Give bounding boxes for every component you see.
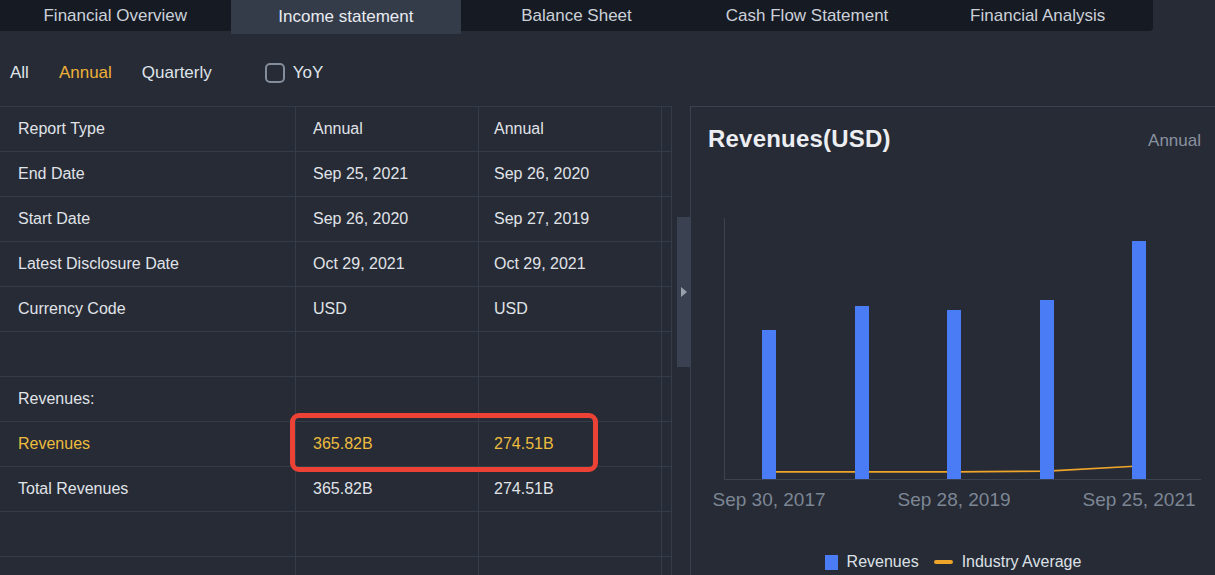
table-row-report-type[interactable]: Report TypeAnnualAnnual (0, 107, 671, 152)
value-col-3-clipped (661, 422, 671, 466)
x-axis-label: Sep 30, 2017 (712, 489, 825, 511)
revenue-bar-sep-30-2017[interactable] (762, 330, 776, 479)
revenue-bar-sep-25-2021[interactable] (1132, 241, 1146, 479)
tab-cash-flow-statement[interactable]: Cash Flow Statement (692, 0, 923, 31)
row-label: Revenues: (0, 377, 295, 421)
table-row-empty (0, 332, 671, 377)
value-col-3-clipped (661, 107, 671, 151)
value-col-3-clipped (661, 332, 671, 376)
table-row-latest-disclosure-date[interactable]: Latest Disclosure DateOct 29, 2021Oct 29… (0, 242, 671, 287)
value-col-3-clipped (661, 557, 671, 575)
panel-splitter[interactable] (677, 217, 691, 367)
value-col-2: Sep 26, 2020 (478, 152, 661, 196)
x-axis-label: Sep 28, 2019 (897, 489, 1010, 511)
value-col-2: USD (478, 287, 661, 331)
value-col-1: USD (295, 287, 478, 331)
yoy-checkbox[interactable] (265, 63, 285, 83)
value-col-3-clipped (661, 467, 671, 511)
financial-statements-page: Financial OverviewIncome statementBalanc… (0, 0, 1215, 575)
chart-period-label: Annual (1148, 131, 1201, 151)
value-col-2: 274.51B (478, 467, 661, 511)
value-col-1: Sep 25, 2021 (295, 152, 478, 196)
row-label (0, 557, 295, 575)
period-filter-bar: All Annual Quarterly YoY (0, 31, 1215, 106)
value-col-1: Sep 26, 2020 (295, 197, 478, 241)
tab-financial-analysis[interactable]: Financial Analysis (922, 0, 1153, 31)
chart-title: Revenues(USD) (708, 125, 891, 153)
value-col-3-clipped (661, 377, 671, 421)
value-col-2 (478, 512, 661, 556)
filter-annual[interactable]: Annual (59, 63, 112, 83)
table-row-start-date[interactable]: Start DateSep 26, 2020Sep 27, 2019 (0, 197, 671, 242)
filter-all[interactable]: All (10, 63, 29, 83)
x-axis-label: Sep 25, 2021 (1082, 489, 1195, 511)
highlight-box (290, 413, 598, 472)
table-row-empty (0, 512, 671, 557)
row-label: Revenues (0, 422, 295, 466)
tab-balance-sheet[interactable]: Balance Sheet (461, 0, 692, 31)
chart-y-axis (724, 218, 725, 479)
value-col-3-clipped (661, 152, 671, 196)
table-row-total-revenues[interactable]: Total Revenues365.82B274.51B (0, 467, 671, 512)
revenue-bar-sep-29-2018[interactable] (855, 306, 869, 479)
table-row-currency-code[interactable]: Currency CodeUSDUSD (0, 287, 671, 332)
table-row-empty (0, 557, 671, 575)
value-col-3-clipped (661, 512, 671, 556)
value-col-1 (295, 512, 478, 556)
value-col-2: Sep 27, 2019 (478, 197, 661, 241)
value-col-2: Oct 29, 2021 (478, 242, 661, 286)
value-col-3-clipped (661, 242, 671, 286)
legend-bar-swatch (825, 555, 838, 570)
value-col-1 (295, 332, 478, 376)
tab-income-statement[interactable]: Income statement (231, 0, 462, 34)
row-label: Report Type (0, 107, 295, 151)
row-label: Currency Code (0, 287, 295, 331)
value-col-3-clipped (661, 197, 671, 241)
filter-quarterly[interactable]: Quarterly (142, 63, 212, 83)
tab-financial-overview[interactable]: Financial Overview (0, 0, 231, 31)
financial-data-table: Report TypeAnnualAnnualEnd DateSep 25, 2… (0, 106, 672, 575)
tab-bar: Financial OverviewIncome statementBalanc… (0, 0, 1153, 31)
value-col-1: Annual (295, 107, 478, 151)
row-label: Total Revenues (0, 467, 295, 511)
chart-x-axis (724, 479, 1201, 480)
row-label: Start Date (0, 197, 295, 241)
expand-right-icon (681, 287, 687, 297)
value-col-2 (478, 332, 661, 376)
legend-label[interactable]: Industry Average (962, 553, 1082, 571)
value-col-2 (478, 557, 661, 575)
value-col-1: Oct 29, 2021 (295, 242, 478, 286)
row-label (0, 512, 295, 556)
legend-label[interactable]: Revenues (847, 553, 919, 571)
value-col-1 (295, 557, 478, 575)
value-col-3-clipped (661, 287, 671, 331)
revenue-bar-sep-28-2019[interactable] (947, 310, 961, 479)
revenues-chart-panel: Revenues(USD) Annual Revenues Industry Av… (690, 106, 1215, 575)
value-col-1: 365.82B (295, 467, 478, 511)
row-label: End Date (0, 152, 295, 196)
value-col-2: Annual (478, 107, 661, 151)
chart-legend: Revenues Industry Average (691, 553, 1215, 571)
row-label (0, 332, 295, 376)
revenue-bar-sep-26-2020[interactable] (1040, 300, 1054, 479)
row-label: Latest Disclosure Date (0, 242, 295, 286)
table-row-end-date[interactable]: End DateSep 25, 2021Sep 26, 2020 (0, 152, 671, 197)
yoy-label[interactable]: YoY (293, 63, 324, 83)
legend-line-swatch (934, 560, 953, 564)
